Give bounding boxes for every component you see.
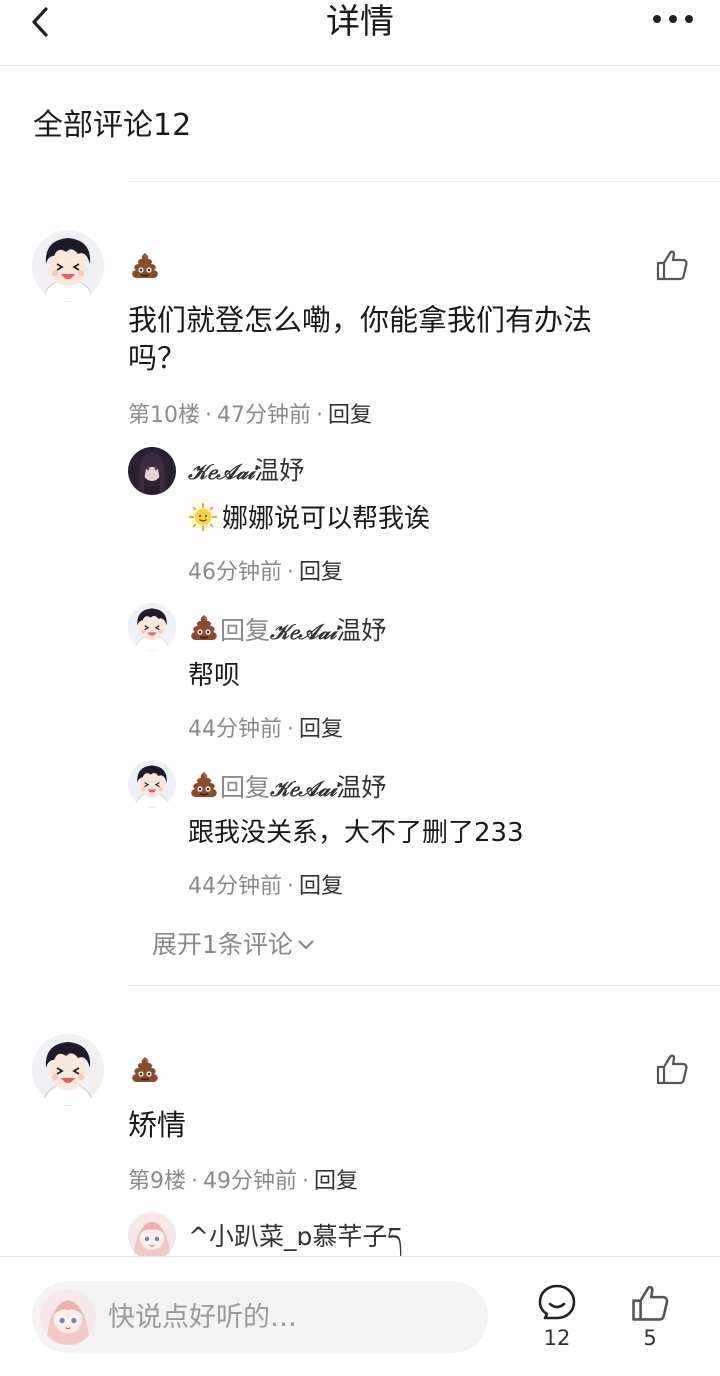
more-dots-icon[interactable] bbox=[652, 12, 694, 26]
avatar[interactable] bbox=[128, 760, 176, 808]
reply-text: 跟我没关系，大不了删了233 bbox=[188, 818, 524, 848]
reply-author-name[interactable]: 𝒦𝑒𝒜𝒶𝒾温妤 bbox=[188, 455, 304, 488]
comment-time: 47分钟前 bbox=[217, 403, 311, 428]
poop-emoji-icon[interactable] bbox=[129, 250, 161, 282]
top-navigation-bar: 详情 bbox=[0, 0, 720, 66]
reply-link[interactable]: 回复 bbox=[299, 560, 343, 585]
reply-meta: 46分钟前 · 回复 bbox=[188, 560, 344, 585]
comment-divider bbox=[128, 985, 720, 986]
reply-text: 娜娜说可以帮我诶 bbox=[188, 502, 430, 536]
comment-meta: 第10楼 · 47分钟前 · 回复 bbox=[128, 403, 373, 428]
reply-author-name[interactable]: ^小趴菜_ɒ慕芊子ད bbox=[188, 1221, 402, 1253]
comments-section-title: 全部评论12 bbox=[33, 108, 192, 143]
like-count: 5 bbox=[643, 1326, 657, 1350]
sun-face-emoji-icon bbox=[188, 502, 218, 532]
reply-meta: 44分钟前 · 回复 bbox=[188, 874, 344, 899]
poop-emoji-icon[interactable] bbox=[129, 1054, 161, 1086]
avatar[interactable] bbox=[128, 603, 176, 651]
poop-emoji-icon bbox=[188, 769, 220, 801]
expand-replies-link[interactable]: 展开1条评论 bbox=[152, 928, 315, 962]
comment-count: 12 bbox=[543, 1326, 571, 1350]
avatar[interactable] bbox=[32, 230, 104, 302]
reply-text: 帮呗 bbox=[188, 661, 241, 691]
avatar bbox=[40, 1289, 96, 1345]
comment-meta: 第9楼 · 49分钟前 · 回复 bbox=[128, 1169, 359, 1194]
reply-author-name[interactable]: 回复𝒦𝑒𝒜𝒶𝒾温妤 bbox=[188, 769, 386, 805]
reply-meta: 44分钟前 · 回复 bbox=[188, 717, 344, 742]
reply-link[interactable]: 回复 bbox=[299, 717, 343, 742]
reply-link[interactable]: 回复 bbox=[328, 403, 372, 428]
avatar[interactable] bbox=[32, 1034, 104, 1106]
reply-link[interactable]: 回复 bbox=[299, 874, 343, 899]
floor-label: 第9楼 bbox=[128, 1169, 186, 1194]
comment-time: 49分钟前 bbox=[203, 1169, 297, 1194]
chevron-down-icon bbox=[298, 940, 314, 950]
poop-emoji-icon bbox=[188, 612, 220, 644]
comment-input-pill[interactable] bbox=[32, 1281, 488, 1353]
avatar[interactable] bbox=[128, 1212, 176, 1260]
bottom-comment-bar: 12 5 bbox=[0, 1256, 720, 1376]
like-count-button[interactable]: 5 bbox=[620, 1283, 680, 1353]
comment-input[interactable] bbox=[108, 1293, 468, 1341]
reply-link[interactable]: 回复 bbox=[314, 1169, 358, 1194]
thumbs-up-icon bbox=[630, 1283, 670, 1323]
thumbs-up-icon[interactable] bbox=[655, 1052, 689, 1086]
comment-count-button[interactable]: 12 bbox=[527, 1283, 587, 1353]
comment-text: 我们就登怎么嘞，你能拿我们有办法 吗？ bbox=[128, 303, 593, 375]
reply-author-name[interactable]: 回复𝒦𝑒𝒜𝒶𝒾温妤 bbox=[188, 612, 386, 648]
avatar[interactable] bbox=[128, 447, 176, 495]
section-divider bbox=[128, 181, 720, 182]
comment-bubble-icon bbox=[538, 1284, 576, 1320]
comment-text: 矫情 bbox=[128, 1108, 187, 1142]
page-title: 详情 bbox=[326, 2, 394, 42]
thumbs-up-icon[interactable] bbox=[655, 248, 689, 282]
floor-label: 第10楼 bbox=[128, 403, 200, 428]
